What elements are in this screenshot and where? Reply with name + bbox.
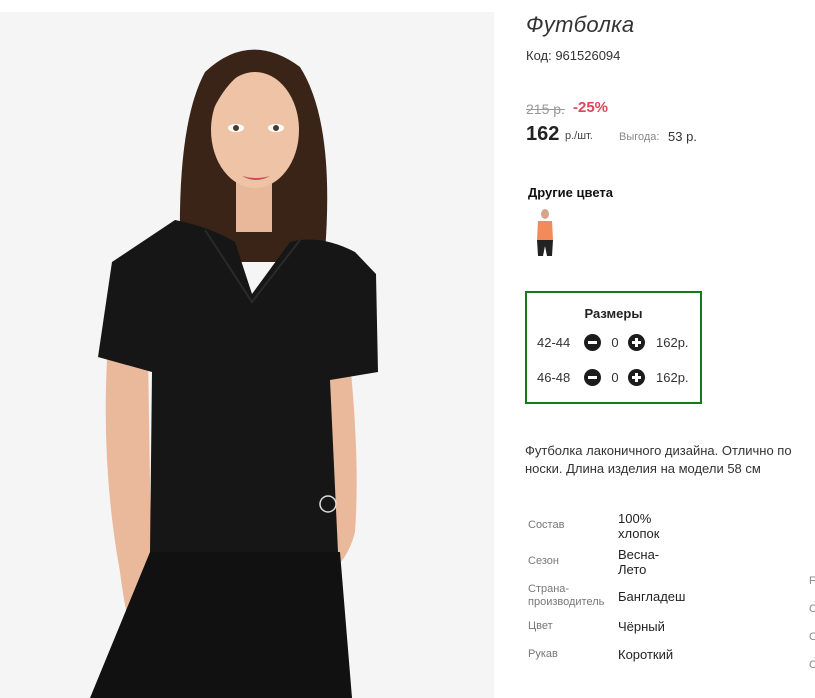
sizes-heading: Размеры [584,306,643,321]
minus-icon[interactable] [584,369,601,386]
price-unit: р./шт. [565,130,593,142]
orange-top-thumbnail [537,209,553,256]
spec-value-line: 100% [618,511,652,526]
spec-value-line: хлопок [618,526,660,541]
size-label: 42-44 [537,335,571,350]
discount-badge: -25% [573,99,609,116]
spec-value-season: Весна- Лето [618,547,659,577]
clipped-text: С [809,659,815,671]
minus-icon[interactable] [584,334,601,351]
description-line: носки. Длина изделия на модели 58 см [525,461,761,476]
spec-label-season: Сезон [528,555,559,567]
size-quantity: 0 [611,370,619,385]
spec-value-line: Лето [618,562,647,577]
spec-value-sleeve: Короткий [618,647,674,662]
spec-label-country: Страна- производитель [528,583,604,609]
current-price: 162 [526,123,560,145]
description-line: Футболка лаконичного дизайна. Отлично по [525,443,792,458]
product-photo [0,12,494,698]
size-label: 46-48 [537,370,571,385]
benefit-value: 53 р. [668,129,697,144]
spec-label-sleeve: Рукав [528,648,558,660]
sizes-panel: Размеры 42-44 0 162р. 46-48 0 162р. [525,291,702,404]
model-in-black-tshirt-image [0,12,494,698]
size-price: 162р. [656,370,689,385]
product-sku: Код: 961526094 [526,48,621,63]
clipped-text: F [809,575,815,587]
spec-value-composition: 100% хлопок [618,511,659,541]
other-colors-heading: Другие цвета [528,185,613,200]
clipped-text: С [809,631,815,643]
plus-icon[interactable] [628,334,645,351]
spec-label-color: Цвет [528,620,553,632]
old-price: 215 р. [526,101,565,117]
color-swatch-orange[interactable] [532,208,558,258]
spec-value-color: Чёрный [618,619,665,634]
spec-value-line: Весна- [618,547,660,562]
spec-label-line: производитель [528,596,605,608]
size-price: 162р. [656,335,689,350]
spec-label-line: Страна- [528,583,570,595]
size-row: 42-44 0 162р. [537,333,697,353]
spec-value-country: Бангладеш [618,589,686,604]
size-row: 46-48 0 162р. [537,368,697,388]
spec-label-composition: Состав [528,519,565,531]
size-quantity: 0 [611,335,619,350]
clipped-text: С [809,603,815,615]
benefit-label: Выгода: [619,131,660,143]
plus-icon[interactable] [628,369,645,386]
product-description: Футболка лаконичного дизайна. Отлично по… [525,442,815,478]
product-title: Футболка [526,12,635,37]
